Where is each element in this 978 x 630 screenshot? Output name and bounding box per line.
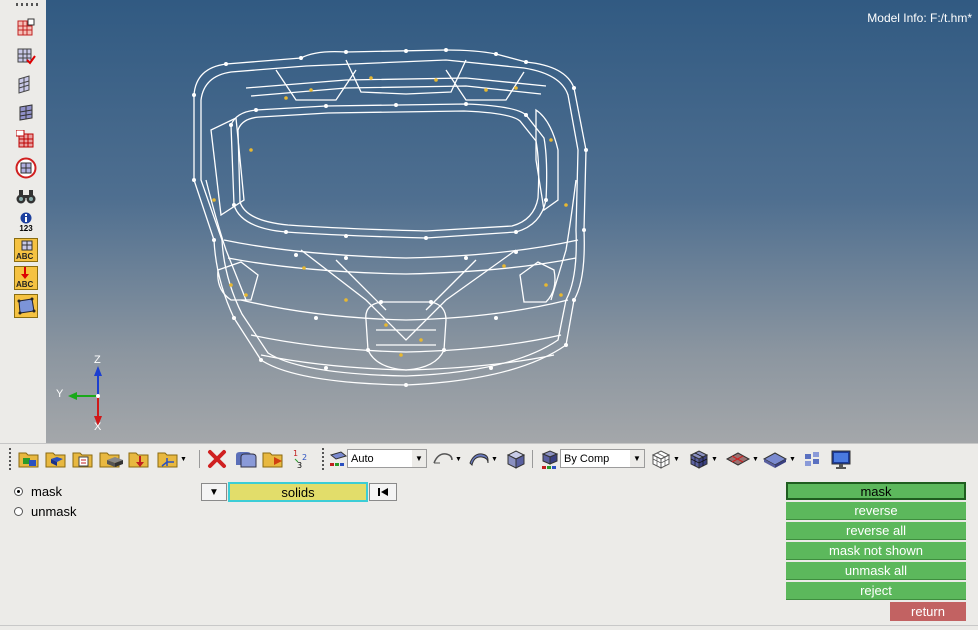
- radio-unmask[interactable]: unmask: [14, 504, 77, 519]
- chevron-down-icon[interactable]: ▼: [752, 456, 759, 463]
- property-folder-icon[interactable]: [72, 447, 94, 471]
- radio-mask-label: mask: [31, 484, 63, 499]
- chevron-down-icon: ▼: [209, 486, 219, 498]
- radio-unmask-label: unmask: [31, 504, 77, 519]
- entity-selector[interactable]: solids: [228, 482, 368, 502]
- organize-folder-icon[interactable]: [262, 447, 286, 471]
- mesh-red-icon[interactable]: [14, 128, 38, 152]
- mesh-box-icon[interactable]: [14, 16, 38, 40]
- reverse-all-button[interactable]: reverse all: [786, 522, 966, 540]
- color-mode-select[interactable]: By Comp ▼: [560, 449, 645, 468]
- chevron-down-icon[interactable]: ▼: [491, 456, 498, 463]
- toolbar-grip[interactable]: [16, 3, 40, 6]
- shaded-shape-icon[interactable]: ▼: [468, 447, 498, 471]
- abc-arrow-icon[interactable]: ABC: [14, 266, 38, 290]
- svg-text:2: 2: [302, 453, 307, 462]
- mask-button[interactable]: mask: [786, 482, 966, 500]
- info-123-icon[interactable]: 123: [14, 210, 38, 234]
- entity-type-dropdown[interactable]: ▼: [201, 483, 227, 501]
- binoculars-icon[interactable]: [14, 184, 38, 208]
- mesh-mode-value: Auto: [351, 452, 374, 465]
- mesh-solid-icon[interactable]: [14, 100, 38, 124]
- mesh-plane-icon[interactable]: [14, 72, 38, 96]
- chevron-down-icon[interactable]: ▼: [412, 450, 426, 467]
- axis-x-label: X: [94, 421, 102, 433]
- chevron-down-icon[interactable]: ▼: [455, 456, 462, 463]
- abc-grid-icon[interactable]: ABC: [14, 238, 38, 262]
- rect-select-icon[interactable]: [14, 294, 38, 318]
- svg-text:3: 3: [297, 461, 302, 470]
- entity-selector-label: solids: [281, 484, 315, 500]
- material-folder-icon[interactable]: [99, 447, 125, 471]
- radio-unmask-indicator[interactable]: [14, 507, 23, 516]
- load-folder-icon[interactable]: [128, 447, 150, 471]
- tailgate-wireframe-model[interactable]: [46, 0, 978, 443]
- reverse-button[interactable]: reverse: [786, 502, 966, 520]
- abc-grid-label: ABC: [16, 252, 34, 261]
- chevron-down-icon[interactable]: ▼: [789, 456, 796, 463]
- axis-y-label: Y: [56, 388, 64, 400]
- left-toolbar: 123 ABC ABC: [0, 0, 46, 443]
- tile-windows-icon[interactable]: [803, 447, 823, 471]
- delete-icon[interactable]: [207, 447, 227, 471]
- mask-not-shown-button[interactable]: mask not shown: [786, 542, 966, 560]
- element-plane-icon[interactable]: ▼: [725, 447, 759, 471]
- chevron-down-icon[interactable]: ▼: [180, 456, 187, 463]
- duplicate-icon[interactable]: [234, 447, 258, 471]
- component-folder-icon[interactable]: [18, 447, 40, 471]
- svg-text:1: 1: [293, 449, 298, 458]
- mask-panel: mask unmask ▼ solids mask reverse revers…: [0, 474, 978, 629]
- assembly-folder-icon[interactable]: [45, 447, 67, 471]
- radio-mask[interactable]: mask: [14, 484, 62, 499]
- shaded-mesh-cube-icon[interactable]: ▼: [688, 447, 718, 471]
- status-bar: [0, 625, 978, 630]
- solid-cube-icon[interactable]: [505, 447, 527, 471]
- mesh-mode-select[interactable]: Auto ▼: [347, 449, 427, 468]
- chevron-down-icon[interactable]: ▼: [711, 456, 718, 463]
- reset-selection-button[interactable]: [369, 483, 397, 501]
- system-folder-icon[interactable]: ▼: [157, 447, 187, 471]
- main-toolbar: ▼ 123 Auto ▼ ▼ ▼ By Comp ▼ ▼ ▼ ▼ ▼: [0, 443, 978, 474]
- renumber-icon[interactable]: 123: [291, 447, 311, 471]
- color-by-icon[interactable]: [540, 447, 560, 471]
- return-button[interactable]: return: [890, 602, 966, 621]
- chevron-down-icon[interactable]: ▼: [630, 450, 644, 467]
- mesh-cube-icon[interactable]: ▼: [650, 447, 680, 471]
- mesh-mode-icon[interactable]: [329, 447, 347, 471]
- skip-back-icon: [378, 488, 388, 496]
- radio-mask-indicator[interactable]: [14, 487, 23, 496]
- color-mode-value: By Comp: [564, 452, 610, 465]
- mesh-check-icon[interactable]: [14, 44, 38, 68]
- graphics-viewport[interactable]: Model Info: F:/t.hm* Z Y X: [46, 0, 978, 443]
- abc-arrow-label: ABC: [16, 280, 34, 289]
- axis-triad: [68, 366, 102, 426]
- reject-button[interactable]: reject: [786, 582, 966, 600]
- info-123-label: 123: [19, 223, 33, 233]
- chevron-down-icon[interactable]: ▼: [673, 456, 680, 463]
- wireframe-shape-icon[interactable]: ▼: [432, 447, 462, 471]
- surface-plane-icon[interactable]: ▼: [762, 447, 796, 471]
- axis-z-label: Z: [94, 354, 101, 366]
- monitor-icon[interactable]: [830, 447, 852, 471]
- mesh-circle-icon[interactable]: [14, 156, 38, 180]
- unmask-all-button[interactable]: unmask all: [786, 562, 966, 580]
- toolbar-grip[interactable]: [9, 448, 11, 470]
